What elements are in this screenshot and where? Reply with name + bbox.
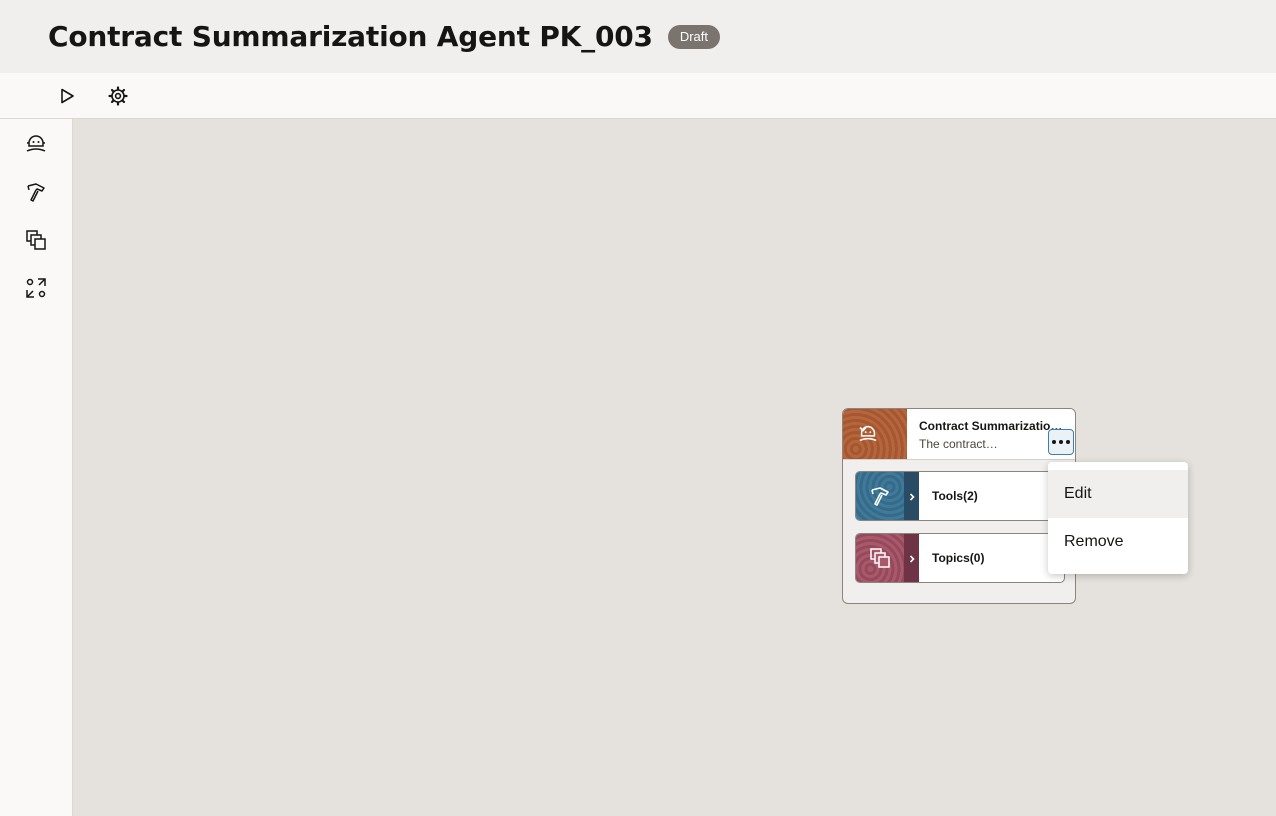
context-menu: Edit Remove [1048, 462, 1188, 574]
sidebar-item-agent[interactable] [23, 131, 49, 157]
sidebar-item-topics[interactable] [23, 227, 49, 253]
status-badge: Draft [667, 24, 720, 49]
page-title: Contract Summarization Agent PK_003 [48, 20, 653, 53]
agent-node-header[interactable]: Contract Summarization Agent PK_003 The … [843, 409, 1075, 460]
tools-node-icon-box [856, 472, 904, 520]
more-dots-icon [1052, 440, 1056, 444]
tools-node[interactable]: Tools(2) [855, 471, 1065, 521]
agent-node-icon-box [843, 409, 907, 459]
more-options-button[interactable] [1048, 429, 1074, 455]
chevron-right-icon [909, 555, 915, 563]
topics-node[interactable]: Topics(0) [855, 533, 1065, 583]
agent-icon [26, 135, 46, 152]
topics-icon [870, 548, 890, 568]
agent-node-description: The contract… [919, 437, 998, 451]
agent-node[interactable]: Contract Summarization Agent PK_003 The … [842, 408, 1076, 604]
chevron-down-icon[interactable] [857, 423, 869, 435]
topics-node-label: Topics(0) [932, 551, 985, 565]
play-icon [61, 88, 74, 104]
toolbar [0, 73, 1276, 119]
menu-item-edit[interactable]: Edit [1048, 470, 1188, 518]
page-header: Contract Summarization Agent PK_003 Draf… [0, 0, 1276, 73]
left-sidebar [0, 119, 73, 816]
tools-hammer-icon [871, 487, 889, 506]
sidebar-item-workflow[interactable] [23, 275, 49, 301]
topics-icon [26, 230, 46, 250]
sidebar-item-tools[interactable] [23, 179, 49, 205]
settings-button[interactable] [105, 83, 131, 109]
topics-expand-button[interactable] [904, 534, 919, 582]
workflow-icon [26, 278, 46, 298]
chevron-right-icon [909, 493, 915, 501]
gear-icon [108, 86, 128, 106]
tools-node-label: Tools(2) [932, 489, 978, 503]
menu-item-remove[interactable]: Remove [1048, 518, 1188, 566]
run-button[interactable] [54, 83, 80, 109]
agent-node-title: Contract Summarization Agent PK_003 [919, 419, 1067, 433]
tools-hammer-icon [27, 183, 45, 202]
topics-node-icon-box [856, 534, 904, 582]
tools-expand-button[interactable] [904, 472, 919, 520]
